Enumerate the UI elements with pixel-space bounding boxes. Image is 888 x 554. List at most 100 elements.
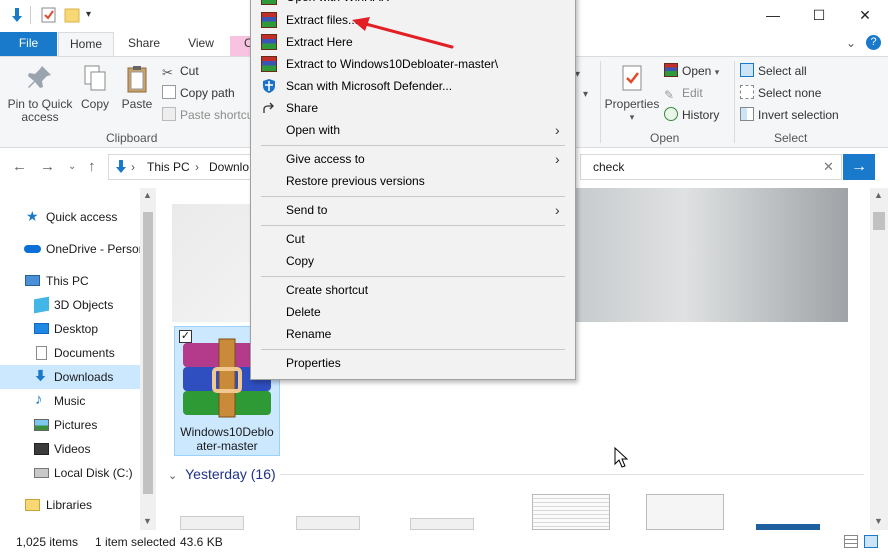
mouse-cursor-icon [614,447,628,468]
paste-label: Paste [121,97,153,111]
menu-item-restore-versions[interactable]: Restore previous versions [251,170,575,192]
content-scrollbar-thumb[interactable] [873,212,885,230]
menu-item-create-shortcut[interactable]: Create shortcut [251,279,575,301]
open-button[interactable]: Open ▾ [664,61,719,81]
address-bar[interactable]: › This PC › Downlo [108,154,256,180]
nav-item-documents[interactable]: Documents [0,341,140,365]
file-thumbnail[interactable] [296,516,360,530]
copy-path-label: Copy path [180,86,235,100]
menu-item-label: Create shortcut [286,283,369,297]
copy-button[interactable]: Copy [78,63,112,111]
minimize-button[interactable]: — [750,0,796,32]
nav-item-music[interactable]: ♪ Music [0,389,140,413]
search-go-button[interactable]: → [843,154,875,180]
search-input[interactable]: check ✕ [580,154,842,180]
history-button[interactable]: History [664,105,719,125]
breadcrumb-this-pc[interactable]: This PC [147,160,190,174]
file-thumbnail[interactable] [646,494,724,530]
nav-item-downloads[interactable]: Downloads [0,365,140,389]
pin-to-quick-access-button[interactable]: Pin to Quick access [4,63,76,124]
tab-view[interactable]: View [174,32,228,56]
nav-item-onedrive[interactable]: OneDrive - Persor [0,237,140,261]
collapse-group-icon: ⌄ [168,470,178,482]
nav-item-pictures[interactable]: Pictures [0,413,140,437]
menu-item-scan-defender[interactable]: Scan with Microsoft Defender... [251,75,575,97]
edit-button[interactable]: ✎ Edit [664,83,703,103]
properties-check-icon[interactable] [40,6,58,24]
breadcrumb-downloads[interactable]: Downlo [209,160,249,174]
status-selection: 1 item selected [95,535,176,549]
menu-item-open-with[interactable]: Open with › [251,119,575,141]
properties-button[interactable]: Properties ▾ [604,63,660,124]
scroll-down-icon[interactable]: ▼ [143,516,152,526]
menu-item-delete[interactable]: Delete [251,301,575,323]
paste-button[interactable]: Paste [118,63,156,111]
cut-button[interactable]: ✂ Cut [162,61,199,81]
nav-item-label: Documents [54,346,115,360]
tab-share[interactable]: Share [116,32,172,56]
nav-item-label: 3D Objects [54,298,114,312]
collapse-ribbon-icon[interactable]: ⌄ [846,36,856,50]
nav-item-label: Libraries [46,498,93,512]
customize-quick-access-icon[interactable]: ▾ [86,9,91,20]
tab-home[interactable]: Home [58,32,114,56]
file-thumbnail[interactable] [180,516,244,530]
forward-arrow-icon[interactable]: → [40,158,55,175]
content-scrollbar[interactable]: ▲ ▼ [870,188,888,530]
nav-item-3d-objects[interactable]: 3D Objects [0,293,140,317]
tab-file[interactable]: File [0,32,57,56]
copy-path-icon [162,85,176,99]
file-thumbnail[interactable] [410,518,474,530]
nav-item-quick-access[interactable]: ★ Quick access [0,205,140,229]
back-arrow-icon[interactable]: ← [12,158,27,175]
invert-selection-button[interactable]: Invert selection [740,105,839,125]
menu-item-give-access[interactable]: Give access to › [251,148,575,170]
close-button[interactable]: ✕ [842,0,888,32]
invert-selection-icon [740,107,754,121]
copy-path-button[interactable]: Copy path [162,83,235,103]
film-strip-icon [34,443,49,455]
nav-item-local-disk[interactable]: Local Disk (C:) [0,461,140,485]
pin-to-quick-access-label: Pin to Quick access [7,97,73,124]
computer-icon [25,275,40,286]
scroll-up-icon[interactable]: ▲ [143,190,152,200]
recent-locations-icon[interactable]: ⌄ [68,161,76,172]
new-dropdown-icon[interactable]: ▾ [583,89,588,100]
nav-item-label: OneDrive - Persor [46,242,140,256]
large-icons-view-icon[interactable] [864,535,878,548]
menu-item-properties[interactable]: Properties [251,352,575,374]
nav-item-videos[interactable]: Videos [0,437,140,461]
menu-item-label: Scan with Microsoft Defender... [286,79,453,93]
group-header-line [280,474,864,475]
scroll-down-icon[interactable]: ▼ [874,516,883,526]
navigation-scrollbar-thumb[interactable] [143,212,153,494]
new-folder-icon[interactable] [64,6,82,24]
down-arrow-icon[interactable] [8,6,26,24]
nav-item-this-pc[interactable]: This PC [0,269,140,293]
file-thumbnail[interactable] [576,188,848,322]
nav-item-desktop[interactable]: Desktop [0,317,140,341]
scroll-up-icon[interactable]: ▲ [874,190,883,200]
select-all-button[interactable]: Select all [740,61,807,81]
pin-icon [28,66,51,88]
menu-item-label: Share [286,101,319,115]
menu-item-open-with-winrar[interactable]: Open with WinRAR [251,0,575,8]
group-header-yesterday[interactable]: ⌄ Yesterday (16) [168,464,276,484]
maximize-button[interactable]: ☐ [796,0,842,32]
select-none-button[interactable]: Select none [740,83,821,103]
menu-item-share[interactable]: Share [251,97,575,119]
paste-shortcut-button[interactable]: Paste shortcut [162,105,257,125]
clear-search-icon[interactable]: ✕ [823,159,834,175]
libraries-folder-icon [25,499,40,511]
menu-item-cut[interactable]: Cut [251,228,575,250]
menu-item-extract-to[interactable]: Extract to Windows10Debloater-master\ [251,53,575,75]
nav-item-libraries[interactable]: Libraries [0,493,140,517]
menu-item-copy[interactable]: Copy [251,250,575,272]
select-group-label: Select [774,131,808,145]
menu-item-rename[interactable]: Rename [251,323,575,345]
menu-item-send-to[interactable]: Send to › [251,199,575,221]
help-icon[interactable]: ? [866,35,881,50]
details-view-icon[interactable] [844,535,858,548]
up-arrow-icon[interactable]: ↑ [88,158,96,175]
file-thumbnail[interactable] [532,494,610,530]
